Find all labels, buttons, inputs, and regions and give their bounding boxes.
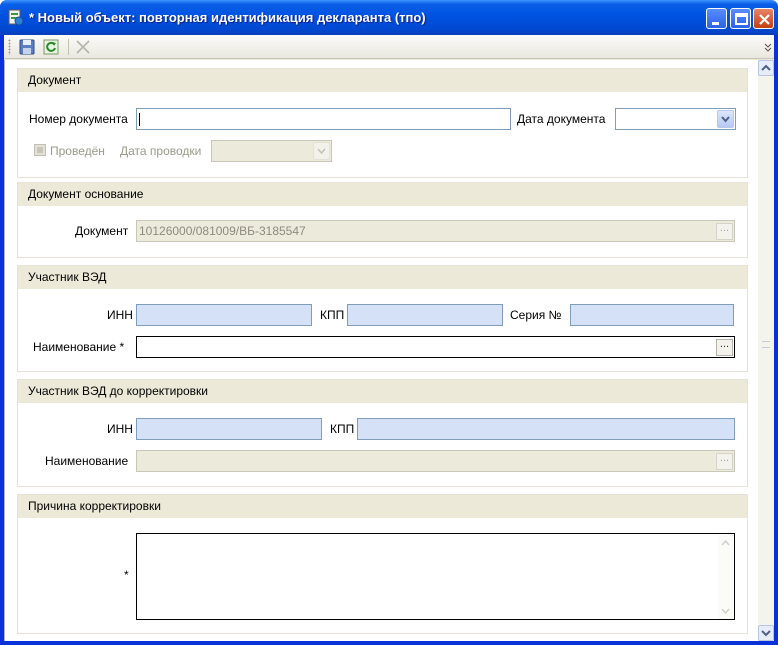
participant-before-section-header: Участник ВЭД до корректировки: [18, 380, 747, 403]
title-bar[interactable]: * Новый объект: повторная идентификация …: [0, 0, 778, 35]
participant-section: Участник ВЭД ИНН КПП Серия № Наименовани…: [17, 265, 748, 372]
toolbar: [4, 35, 774, 59]
basis-document-label: Документ: [75, 224, 129, 238]
vertical-scrollbar[interactable]: [758, 60, 774, 641]
window-title: * Новый объект: повторная идентификация …: [29, 10, 426, 25]
cancel-button[interactable]: [73, 37, 93, 57]
chevron-down-icon: [721, 116, 730, 123]
application-window: * Новый объект: повторная идентификация …: [0, 0, 778, 645]
participant-kpp-input[interactable]: [347, 304, 503, 326]
participant-section-header: Участник ВЭД: [18, 266, 747, 289]
toolbar-separator: [68, 39, 69, 55]
posting-date-picker[interactable]: [211, 140, 332, 162]
chevron-down-icon: [317, 148, 326, 155]
form-content: Документ Номер документа Дата документа …: [4, 60, 758, 641]
basis-section-header: Документ основание: [18, 183, 747, 206]
participant-name-input[interactable]: ...: [136, 336, 735, 358]
document-number-label: Номер документа: [29, 112, 128, 126]
minimize-icon: [712, 22, 719, 25]
participant-before-name-label: Наименование: [45, 454, 129, 468]
basis-document-browse-button[interactable]: ...: [716, 223, 733, 240]
document-date-picker[interactable]: [615, 108, 736, 130]
basis-document-section: Документ основание Документ 10126000/081…: [17, 182, 748, 258]
participant-before-name-browse-button[interactable]: ...: [716, 453, 733, 470]
participant-series-label: Серия №: [510, 308, 562, 322]
maximize-button[interactable]: [730, 8, 751, 29]
save-icon: [19, 39, 35, 55]
close-button[interactable]: [753, 8, 774, 29]
cancel-icon: [76, 40, 90, 54]
scroll-down-icon: [761, 630, 771, 637]
participant-before-inn-label: ИНН: [107, 422, 133, 436]
scroll-down-icon: [721, 608, 730, 615]
refresh-button[interactable]: [41, 37, 61, 57]
reason-section-header: Причина корректировки: [18, 495, 747, 518]
scroll-up-icon: [721, 539, 730, 546]
posted-label: Проведён: [50, 144, 105, 158]
close-icon: [759, 14, 770, 25]
participant-series-input[interactable]: [570, 304, 734, 326]
save-button[interactable]: [17, 37, 37, 57]
participant-inn-input[interactable]: [136, 304, 312, 326]
document-section: Документ Номер документа Дата документа …: [17, 68, 748, 178]
posting-date-label: Дата проводки: [120, 144, 202, 158]
scroll-up-button[interactable]: [758, 60, 774, 76]
text-caret: [139, 113, 140, 126]
scroll-up-icon: [761, 64, 771, 71]
date-dropdown-button[interactable]: [717, 110, 734, 128]
toolbar-grip[interactable]: [8, 39, 11, 55]
toolbar-overflow-icon[interactable]: [764, 41, 772, 53]
app-document-icon: [8, 9, 24, 26]
participant-name-browse-button[interactable]: ...: [716, 339, 733, 356]
participant-before-section: Участник ВЭД до корректировки ИНН КПП На…: [17, 379, 748, 487]
reason-textarea-scrollbar[interactable]: [718, 535, 733, 619]
document-date-label: Дата документа: [517, 112, 606, 126]
maximize-icon: [735, 13, 748, 25]
reason-textarea[interactable]: [136, 533, 735, 620]
participant-inn-label: ИНН: [107, 308, 133, 322]
scrollbar-grip[interactable]: [762, 341, 770, 348]
scroll-down-button[interactable]: [758, 625, 774, 641]
refresh-icon: [43, 39, 59, 55]
posting-date-dropdown-button[interactable]: [313, 142, 330, 160]
participant-before-kpp-label: КПП: [330, 422, 355, 436]
reason-section: Причина корректировки *: [17, 494, 748, 634]
participant-before-kpp-input[interactable]: [357, 418, 735, 440]
window-client-area: Документ Номер документа Дата документа …: [4, 35, 774, 641]
participant-name-label: Наименование *: [33, 340, 125, 354]
minimize-button[interactable]: [706, 8, 727, 29]
document-number-input[interactable]: [136, 108, 511, 130]
participant-before-inn-input[interactable]: [136, 418, 322, 440]
document-section-header: Документ: [18, 69, 747, 92]
posted-checkbox[interactable]: [34, 144, 46, 156]
reason-required-mark: *: [124, 568, 129, 582]
participant-kpp-label: КПП: [320, 308, 345, 322]
basis-document-field[interactable]: 10126000/081009/ВБ-3185547 ...: [136, 220, 735, 242]
participant-before-name-field[interactable]: ...: [136, 450, 735, 472]
